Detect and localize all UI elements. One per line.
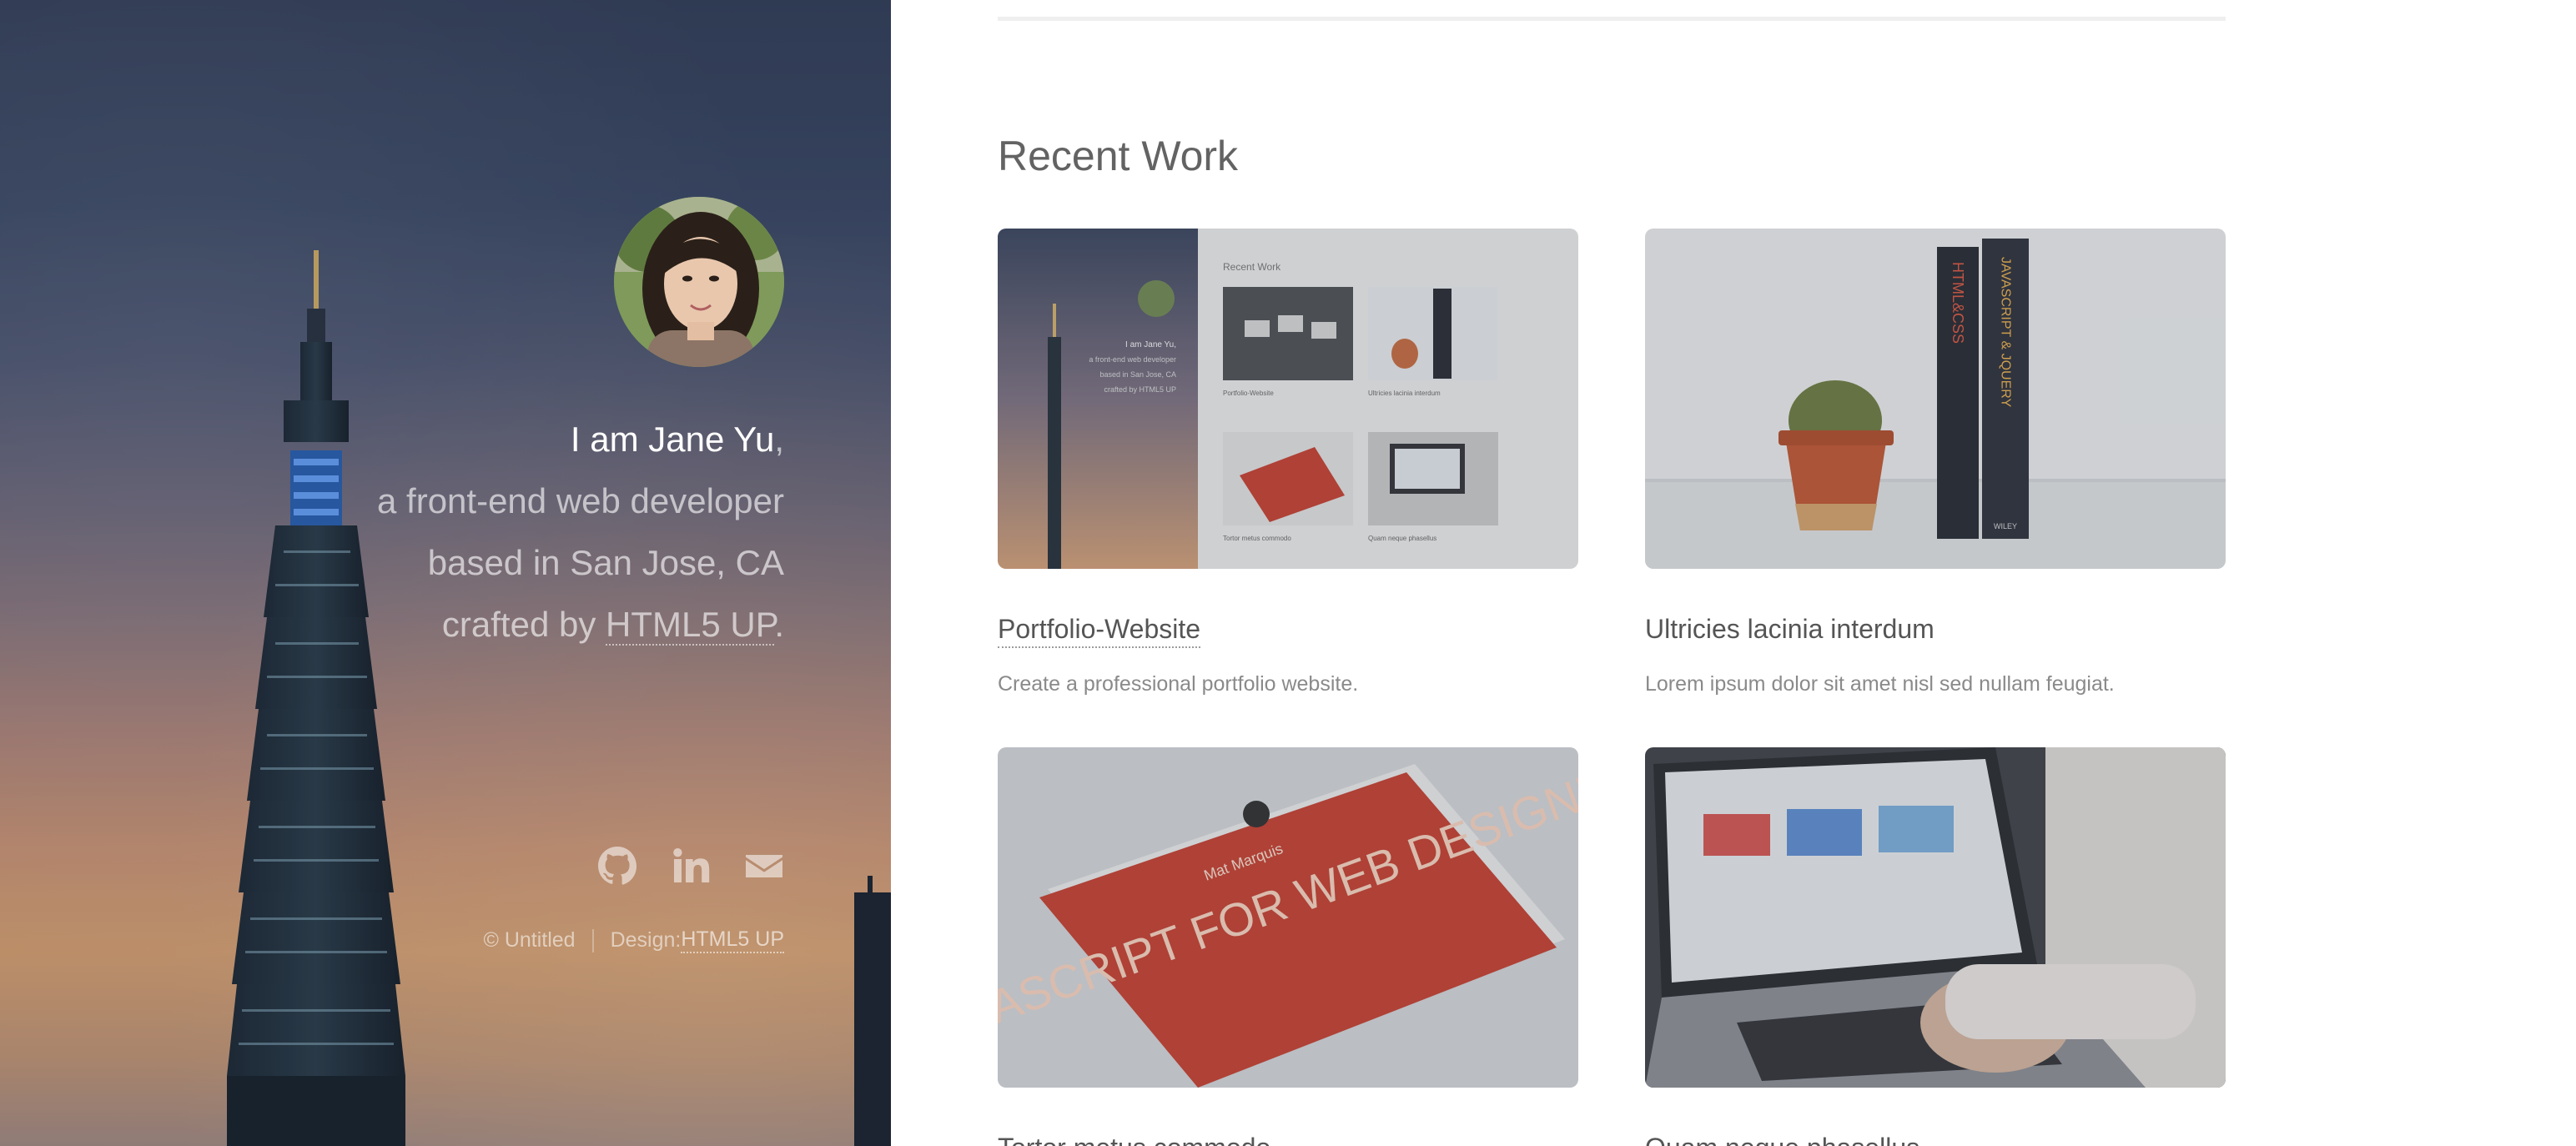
name: I am Jane Yu bbox=[570, 420, 775, 459]
copyright: © Untitled Design: HTML5 UP bbox=[483, 927, 784, 953]
card-description: Lorem ipsum dolor sit amet nisl sed null… bbox=[1645, 672, 2115, 696]
intro-line-name: I am Jane Yu, bbox=[200, 409, 784, 470]
intro-line-location: based in San Jose, CA bbox=[427, 543, 784, 582]
card-description: Create a professional portfolio website. bbox=[998, 672, 1359, 696]
section-title: Recent Work bbox=[998, 133, 1239, 179]
linkedin-icon[interactable] bbox=[671, 846, 711, 886]
intro-line-credit: crafted by HTML5 UP. bbox=[200, 594, 784, 656]
envelope-icon[interactable] bbox=[744, 846, 784, 886]
divider-line bbox=[998, 17, 2226, 21]
thumbnail-books[interactable]: HTML&CSS JAVASCRIPT & JQUERY WILEY bbox=[1645, 229, 2226, 569]
thumbnail-overlay bbox=[998, 229, 1578, 569]
social-icons bbox=[597, 846, 784, 886]
thumbnail-overlay bbox=[1645, 747, 2226, 1088]
avatar-photo bbox=[614, 197, 784, 367]
card-title-link[interactable]: Portfolio-Website bbox=[998, 614, 1201, 648]
card-title[interactable]: Quam neque phasellus bbox=[1645, 1133, 1919, 1146]
thumbnail-overlay bbox=[998, 747, 1578, 1088]
card-title[interactable]: Tortor metus commodo bbox=[998, 1133, 1270, 1146]
thumbnail-laptop[interactable] bbox=[1645, 747, 2226, 1088]
thumbnail-portfolio[interactable]: I am Jane Yu, a front-end web developer … bbox=[998, 229, 1578, 569]
design-label: Design: bbox=[610, 928, 682, 952]
profile-header: I am Jane Yu, a front-end web developer … bbox=[0, 0, 891, 1146]
copyright-text: © Untitled bbox=[483, 928, 576, 952]
avatar[interactable] bbox=[614, 197, 784, 367]
design-link[interactable]: HTML5 UP bbox=[681, 927, 784, 953]
divider bbox=[591, 928, 594, 952]
card-title[interactable]: Ultricies lacinia interdum bbox=[1645, 614, 1935, 645]
comma: , bbox=[774, 420, 784, 459]
intro-line-role: a front-end web developer bbox=[377, 481, 784, 520]
credit-prefix: crafted by bbox=[441, 605, 606, 644]
intro-text: I am Jane Yu, a front-end web developer … bbox=[200, 409, 784, 656]
thumbnail-js-book[interactable]: JAVASCRIPT FOR WEB DESIGNERS Mat Marquis bbox=[998, 747, 1578, 1088]
html5up-link[interactable]: HTML5 UP bbox=[606, 605, 775, 646]
credit-suffix: . bbox=[774, 605, 784, 644]
github-icon[interactable] bbox=[597, 846, 637, 886]
thumbnail-overlay bbox=[1645, 229, 2226, 569]
main-content: Recent Work I am Jane Yu, a front-end we… bbox=[891, 0, 2576, 1146]
